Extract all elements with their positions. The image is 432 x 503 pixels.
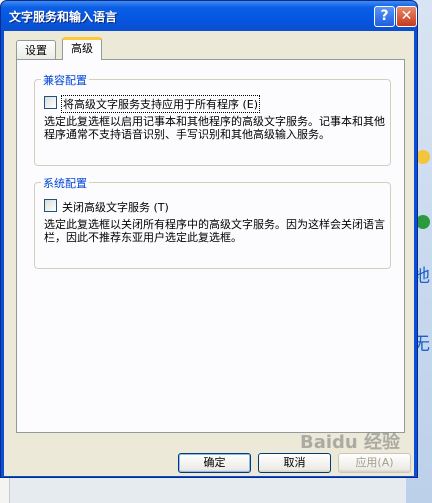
compatibility-group: 兼容配置 将高级文字服务支持应用于所有程序 (E) 选定此复选框以启用记事本和其… xyxy=(34,72,391,166)
advanced-tab-panel: 兼容配置 将高级文字服务支持应用于所有程序 (E) 选定此复选框以启用记事本和其… xyxy=(16,59,405,433)
close-button[interactable]: ✕ xyxy=(396,6,417,27)
watermark-logo: Baidu 经验 xyxy=(300,432,401,453)
compat-checkbox-label[interactable]: 将高级文字服务支持应用于所有程序 (E) xyxy=(60,95,261,113)
system-group: 系统配置 关闭高级文字服务 (T) 选定此复选框以关闭所有程序中的高级文字服务。… xyxy=(34,175,391,269)
compat-checkbox[interactable] xyxy=(44,96,57,109)
window-title: 文字服务和输入语言 xyxy=(9,10,118,24)
tab-label: 设置 xyxy=(25,44,47,57)
apply-button[interactable]: 应用(A) xyxy=(338,453,411,473)
compat-description: 选定此复选框以启用记事本和其他程序的高级文字服务。记事本和其他程序通常不支持语音… xyxy=(44,115,385,141)
group-legend: 兼容配置 xyxy=(41,72,89,88)
dialog-window: 文字服务和输入语言 ? ✕ 设置 高级 兼容配置 将高级文字服务支持应用于所有程… xyxy=(0,0,418,478)
title-bar[interactable]: 文字服务和输入语言 ? ✕ xyxy=(1,1,417,31)
green-ball-icon xyxy=(416,215,430,229)
question-mark-icon: ? xyxy=(380,8,389,24)
tab-settings[interactable]: 设置 xyxy=(16,40,56,59)
tab-advanced[interactable]: 高级 xyxy=(62,37,102,60)
close-icon: ✕ xyxy=(400,8,413,24)
group-legend: 系统配置 xyxy=(41,175,89,191)
cancel-button[interactable]: 取消 xyxy=(258,453,331,473)
turn-off-services-checkbox[interactable] xyxy=(44,199,57,212)
tab-label: 高级 xyxy=(71,42,93,55)
system-description: 选定此复选框以关闭所有程序中的高级文字服务。因为这样会关闭语言栏，因此不推荐东亚… xyxy=(44,218,385,244)
turn-off-services-label[interactable]: 关闭高级文字服务 (T) xyxy=(62,199,169,215)
ok-button[interactable]: 确定 xyxy=(178,453,251,473)
dialog-body: 设置 高级 兼容配置 将高级文字服务支持应用于所有程序 (E) 选定此复选框以启… xyxy=(4,31,414,476)
help-button[interactable]: ? xyxy=(374,6,395,27)
yellow-ball-icon xyxy=(416,150,430,164)
